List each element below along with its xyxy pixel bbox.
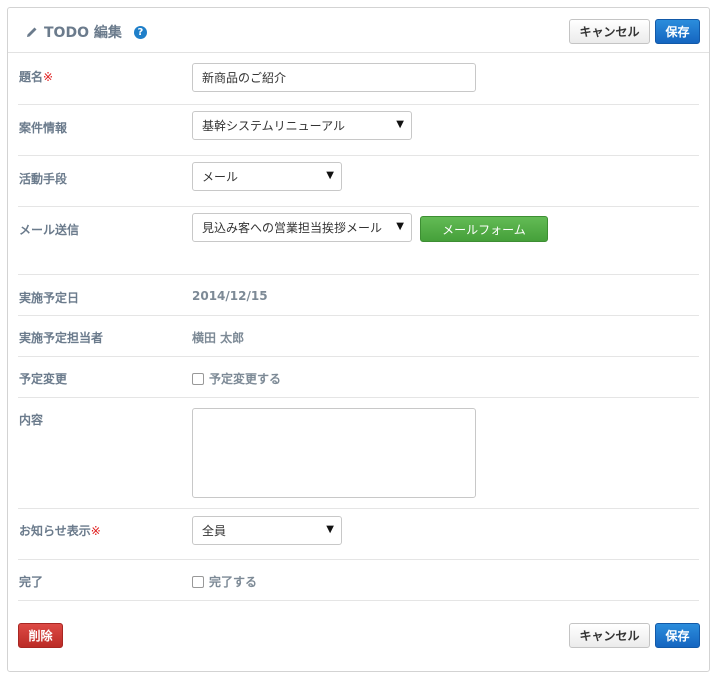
help-icon[interactable]: ? [133,25,147,39]
change-label: 予定変更 [19,372,68,386]
mail-template-select[interactable]: 見込み客への営業担当挨拶メール ▼ [192,213,412,242]
project-select[interactable]: 基幹システムリニューアル ▼ [192,111,412,140]
pencil-icon [27,27,37,37]
divider [18,559,699,560]
notify-label: お知らせ表示※ [19,522,101,539]
change-checkbox-label: 予定変更する [209,372,282,386]
divider [18,397,699,398]
scheduled-date-label: 実施予定日 [19,291,80,305]
caret-down-icon: ▼ [396,119,404,130]
cancel-button-bottom[interactable]: キャンセル [569,623,650,648]
done-checkbox-group[interactable]: 完了する [192,573,257,590]
panel-header: TODO 編集 ? キャンセル 保存 [8,8,709,53]
change-checkbox-group[interactable]: 予定変更する [192,370,281,387]
method-select[interactable]: メール ▼ [192,162,342,191]
project-label: 案件情報 [19,121,68,135]
notify-select[interactable]: 全員 ▼ [192,516,342,545]
subject-input[interactable]: 新商品のご紹介 [192,63,476,92]
divider [18,104,699,105]
scheduled-date-value: 2014/12/15 [192,289,268,303]
divider [18,274,699,275]
done-checkbox-label: 完了する [209,575,258,589]
assignee-value: 横田 太郎 [192,331,245,345]
mail-form-button[interactable]: メールフォーム [420,216,548,242]
required-mark: ※ [43,70,54,84]
caret-down-icon: ▼ [326,170,334,181]
page-title-text: TODO 編集 [44,25,122,41]
method-select-value: メール [202,170,239,184]
assignee-label: 実施予定担当者 [19,331,104,345]
notify-select-value: 全員 [202,524,227,538]
page-title: TODO 編集 ? [26,22,147,42]
change-checkbox[interactable] [192,372,204,385]
save-button-bottom[interactable]: 保存 [655,623,700,648]
divider [18,206,699,207]
divider [18,155,699,156]
caret-down-icon: ▼ [326,524,334,535]
method-label: 活動手段 [19,172,68,186]
delete-button[interactable]: 削除 [18,623,63,648]
mail-label: メール送信 [19,223,80,237]
save-button-top[interactable]: 保存 [655,19,700,44]
divider [18,315,699,316]
required-mark: ※ [90,524,101,538]
divider [18,356,699,357]
subject-label-text: 題名 [19,70,44,84]
caret-down-icon: ▼ [396,221,404,232]
notify-label-text: お知らせ表示 [19,524,91,538]
content-textarea[interactable] [192,408,476,498]
content-label: 内容 [19,413,44,427]
cancel-button-top[interactable]: キャンセル [569,19,650,44]
todo-edit-panel: TODO 編集 ? キャンセル 保存 題名※ 新商品のご紹介 案件情報 基幹シス… [7,7,710,672]
project-select-value: 基幹システムリニューアル [202,119,346,133]
done-checkbox[interactable] [192,575,204,588]
divider [18,600,699,601]
divider [18,508,699,509]
mail-template-select-value: 見込み客への営業担当挨拶メール [202,221,383,235]
subject-label: 題名※ [19,68,53,85]
done-label: 完了 [19,575,44,589]
